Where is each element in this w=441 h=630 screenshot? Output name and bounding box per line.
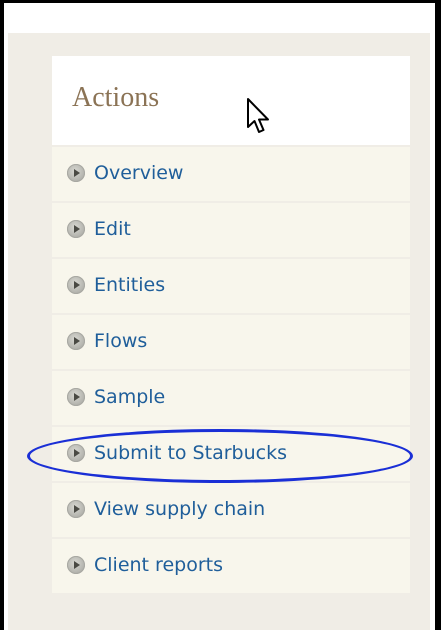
play-circle-icon (67, 164, 85, 182)
menu-item-label[interactable]: View supply chain (94, 498, 265, 520)
menu-item-label[interactable]: Entities (94, 274, 165, 296)
menu-item-edit[interactable]: Edit (52, 203, 410, 257)
menu-item-label[interactable]: Edit (94, 218, 131, 240)
play-circle-icon (67, 276, 85, 294)
menu-item-label[interactable]: Client reports (94, 554, 223, 576)
window-border-right (435, 0, 441, 630)
actions-menu: Overview Edit Entities Flows Sample Subm… (52, 147, 410, 595)
play-circle-icon (67, 556, 85, 574)
menu-item-label[interactable]: Sample (94, 386, 165, 408)
menu-item-overview[interactable]: Overview (52, 147, 410, 201)
mouse-pointer-icon (247, 98, 269, 133)
menu-item-flows[interactable]: Flows (52, 315, 410, 369)
play-circle-icon (67, 220, 85, 238)
actions-block: Actions Overview Edit Entities Flows Sam… (52, 56, 410, 597)
menu-item-label[interactable]: Overview (94, 162, 183, 184)
play-circle-icon (67, 388, 85, 406)
menu-item-view-supply-chain[interactable]: View supply chain (52, 483, 410, 537)
menu-item-entities[interactable]: Entities (52, 259, 410, 313)
play-circle-icon (67, 332, 85, 350)
menu-item-client-reports[interactable]: Client reports (52, 539, 410, 593)
menu-item-sample[interactable]: Sample (52, 371, 410, 425)
menu-item-submit-to-starbucks[interactable]: Submit to Starbucks (52, 427, 410, 481)
actions-block-header: Actions (52, 56, 410, 145)
screenshot-frame: Actions Overview Edit Entities Flows Sam… (0, 0, 441, 630)
menu-item-label[interactable]: Submit to Starbucks (94, 442, 287, 464)
window-border-top (0, 0, 441, 3)
play-circle-icon (67, 500, 85, 518)
play-circle-icon (67, 444, 85, 462)
window-border-left (0, 0, 4, 630)
actions-block-title: Actions (72, 82, 160, 113)
menu-item-label[interactable]: Flows (94, 330, 147, 352)
